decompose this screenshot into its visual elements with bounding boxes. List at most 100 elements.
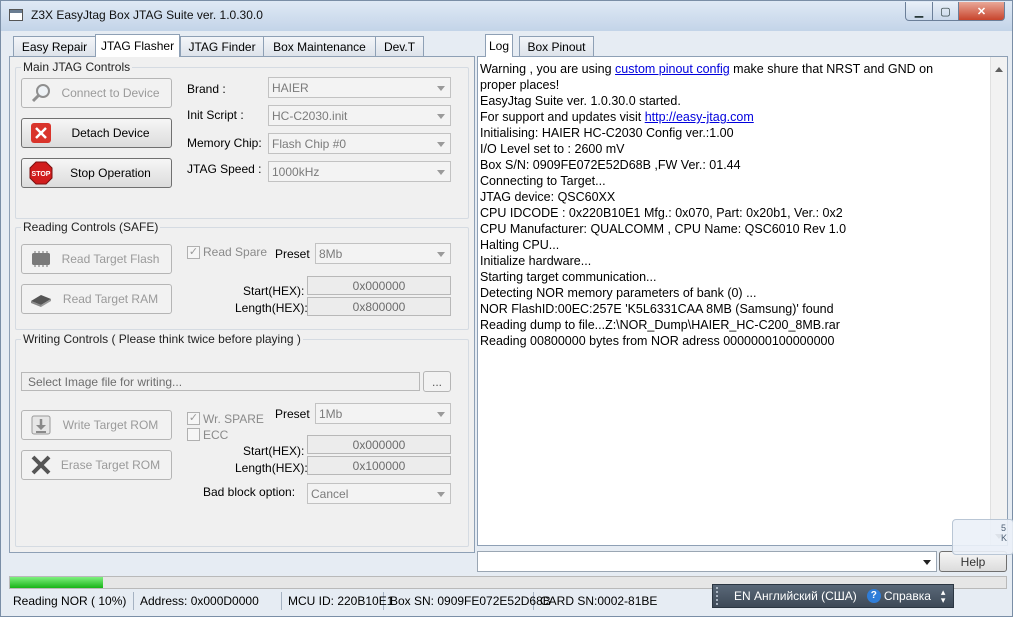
tab-jtag-flasher[interactable]: JTAG Flasher: [95, 34, 180, 57]
window-title: Z3X EasyJtag Box JTAG Suite ver. 1.0.30.…: [31, 8, 263, 22]
tab-box-pinout[interactable]: Box Pinout: [519, 36, 594, 56]
progress-fill: [10, 577, 103, 588]
bad-block-label: Bad block option:: [203, 485, 296, 499]
tab-easy-repair[interactable]: Easy Repair: [13, 36, 96, 56]
status-card-sn: CARD SN:0002-81BE: [540, 594, 658, 608]
magnifier-icon: [28, 81, 54, 105]
status-box-sn: Box SN: 0909FE072E52D68B: [384, 592, 551, 610]
writing-controls-title: Writing Controls ( Please think twice be…: [21, 332, 303, 346]
stop-button[interactable]: STOP Stop Operation: [21, 158, 172, 188]
init-script-label: Init Script :: [187, 108, 244, 122]
log-line: Halting CPU...: [480, 238, 560, 252]
notification-popup[interactable]: 5 K: [952, 519, 1013, 555]
status-address: Address: 0x000D0000: [134, 592, 282, 610]
write-preset-select[interactable]: 1Mb: [315, 403, 451, 424]
write-start-label: Start(HEX):: [243, 444, 305, 458]
tab-log[interactable]: Log: [485, 34, 513, 57]
close-button[interactable]: ✕: [958, 2, 1005, 21]
log-line: Initialize hardware...: [480, 254, 592, 268]
tab-dev-t[interactable]: Dev.T: [375, 36, 424, 56]
log-text: make shure that NRST and GND on: [729, 62, 934, 76]
write-length-field[interactable]: 0x100000: [307, 456, 451, 475]
image-file-field[interactable]: Select Image file for writing...: [21, 372, 420, 391]
jtag-speed-label: JTAG Speed :: [187, 162, 262, 176]
status-reading: Reading NOR ( 10%): [7, 592, 134, 610]
log-line: Starting target communication...: [480, 270, 657, 284]
brand-select[interactable]: HAIER: [268, 77, 451, 98]
log-line: CPU Manufacturer: QUALCOMM , CPU Name: Q…: [480, 222, 847, 236]
stop-sign-icon: STOP: [28, 161, 54, 185]
easy-jtag-link[interactable]: http://easy-jtag.com: [645, 110, 754, 124]
read-flash-label: Read Target Flash: [61, 252, 160, 266]
minimize-button[interactable]: ▁: [905, 2, 933, 21]
log-line: Reading 00800000 bytes from NOR adress 0…: [480, 334, 835, 348]
maximize-button[interactable]: ▢: [932, 2, 959, 21]
main-window: Z3X EasyJtag Box JTAG Suite ver. 1.0.30.…: [0, 0, 1013, 617]
jtag-flasher-panel: Main JTAG Controls Connect to Device Det…: [9, 56, 475, 553]
red-x-icon: [28, 121, 54, 145]
log-line: proper places!: [480, 78, 560, 92]
grip-handle-icon[interactable]: [716, 587, 726, 605]
ecc-checkbox[interactable]: [187, 428, 200, 441]
log-panel[interactable]: Warning , you are using custom pinout co…: [477, 56, 1008, 546]
log-text: Warning , you are using: [480, 62, 616, 76]
write-start-field[interactable]: 0x000000: [307, 435, 451, 454]
wr-spare-checkbox[interactable]: ✓: [187, 412, 200, 425]
read-spare-checkbox[interactable]: ✓: [187, 246, 200, 259]
write-rom-button[interactable]: Write Target ROM: [21, 410, 172, 440]
detach-label: Detach Device: [71, 126, 150, 140]
read-start-label: Start(HEX):: [243, 284, 305, 298]
log-line: Warning , you are using custom pinout co…: [480, 61, 985, 77]
read-flash-button[interactable]: Read Target Flash: [21, 244, 172, 274]
jtag-speed-select[interactable]: 1000kHz: [268, 161, 451, 182]
scroll-up-arrow-icon[interactable]: [995, 63, 1003, 72]
log-line: JTAG device: QSC60XX: [480, 190, 616, 204]
bad-block-select[interactable]: Cancel: [307, 483, 451, 504]
wr-spare-label: Wr. SPARE: [203, 412, 264, 426]
stop-label: Stop Operation: [70, 166, 151, 180]
chip-icon: [28, 247, 54, 271]
read-start-field[interactable]: 0x000000: [307, 276, 451, 295]
custom-pinout-link[interactable]: custom pinout config: [615, 62, 730, 76]
erase-rom-label: Erase Target ROM: [60, 458, 161, 472]
language-help[interactable]: Справка: [884, 589, 931, 603]
write-length-label: Length(HEX):: [235, 461, 308, 475]
log-line: Reading dump to file...Z:\NOR_Dump\HAIER…: [480, 318, 840, 332]
tab-jtag-finder[interactable]: JTAG Finder: [180, 36, 264, 56]
reading-controls-title: Reading Controls (SAFE): [21, 220, 161, 234]
title-bar[interactable]: Z3X EasyJtag Box JTAG Suite ver. 1.0.30.…: [1, 1, 1012, 31]
init-script-select[interactable]: HC-C2030.init: [268, 105, 451, 126]
ram-chip-icon: [28, 287, 54, 311]
read-ram-button[interactable]: Read Target RAM: [21, 284, 172, 314]
ecc-label: ECC: [203, 428, 229, 442]
detach-button[interactable]: Detach Device: [21, 118, 172, 148]
read-length-field[interactable]: 0x800000: [307, 297, 451, 316]
log-line: EasyJtag Suite ver. 1.0.30.0 started.: [480, 94, 681, 108]
status-mcu-id: MCU ID: 220B10E1: [282, 592, 393, 610]
log-line: Box S/N: 0909FE072E52D68B ,FW Ver.: 01.4…: [480, 158, 741, 172]
language-bar[interactable]: EN Английский (США) ? Справка ▴ ▾: [712, 584, 954, 608]
main-controls-title: Main JTAG Controls: [21, 60, 133, 74]
log-line: Connecting to Target...: [480, 174, 606, 188]
read-spare-label: Read Spare: [203, 245, 268, 259]
langbar-options-icon[interactable]: ▴ ▾: [941, 588, 946, 605]
help-question-icon: ?: [866, 589, 881, 603]
log-lines: Warning , you are using custom pinout co…: [480, 61, 985, 349]
left-pane: Easy Repair JTAG Flasher JTAG Finder Box…: [9, 34, 475, 553]
connect-button[interactable]: Connect to Device: [21, 78, 172, 108]
log-line: NOR FlashID:00EC:257E 'K5L6331CAA 8MB (S…: [480, 302, 834, 316]
language-indicator[interactable]: EN Английский (США): [734, 589, 857, 603]
read-preset-select[interactable]: 8Mb: [315, 243, 451, 264]
app-window-icon: [9, 9, 23, 21]
browse-button[interactable]: ...: [423, 371, 451, 392]
erase-rom-button[interactable]: Erase Target ROM: [21, 450, 172, 480]
tab-box-maintenance[interactable]: Box Maintenance: [263, 36, 376, 56]
log-text: For support and updates visit: [480, 110, 645, 124]
log-scrollbar[interactable]: [990, 57, 1007, 545]
memory-chip-select[interactable]: Flash Chip #0: [268, 133, 451, 154]
read-preset-label: Preset: [275, 247, 310, 261]
log-line: For support and updates visit http://eas…: [480, 109, 985, 125]
svg-text:STOP: STOP: [32, 171, 51, 178]
command-combo[interactable]: [477, 551, 937, 572]
memory-chip-label: Memory Chip:: [187, 136, 262, 150]
